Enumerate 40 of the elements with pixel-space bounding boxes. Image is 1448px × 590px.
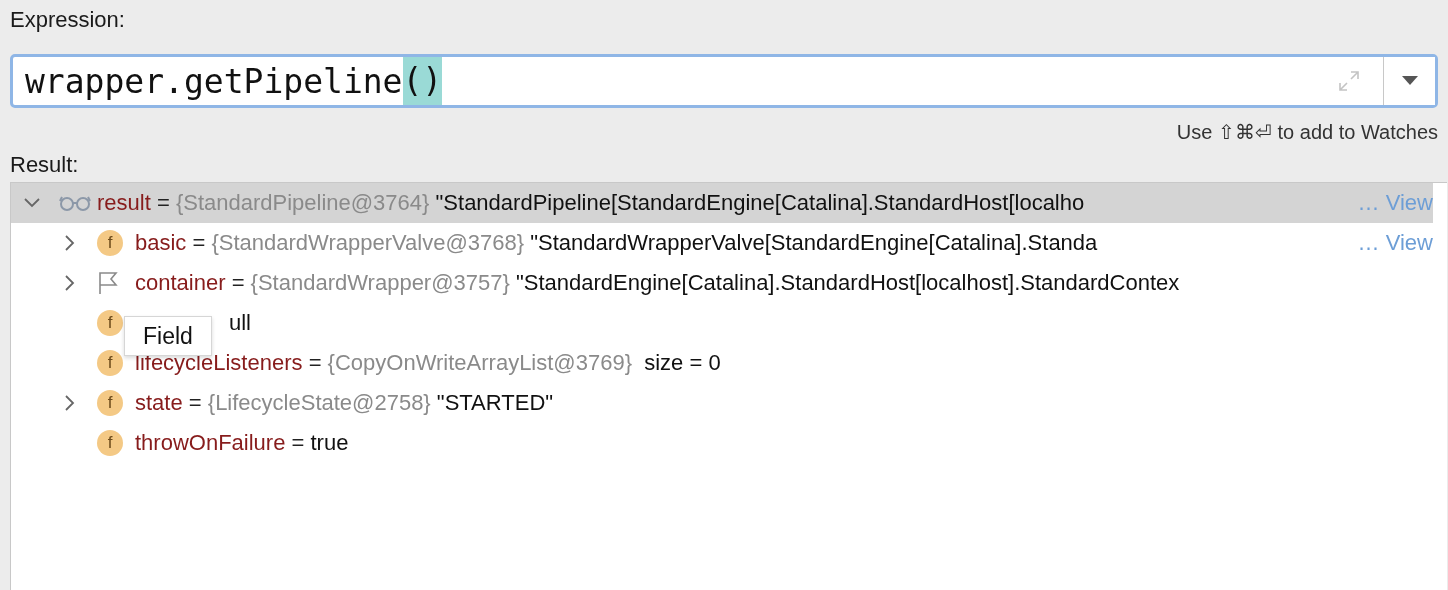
- caret-icon: [1401, 76, 1418, 86]
- equals-sign: =: [230, 270, 246, 296]
- flag-icon: [97, 271, 119, 295]
- object-reference: {StandardWrapper@3757}: [250, 270, 511, 296]
- variable-value: "StandardWrapperValve[StandardEngine[Catalina].Standa: [530, 230, 1098, 256]
- variable-value: size = 0: [643, 350, 721, 376]
- field-icon: f: [97, 310, 123, 336]
- object-reference: {CopyOnWriteArrayList@3769}: [327, 350, 633, 376]
- variable-value: "STARTED": [436, 390, 554, 416]
- field-icon: f: [97, 390, 123, 416]
- selected-row[interactable]: result = {StandardPipeline@3764} "StandardPipeline[StandardEngine[Catalina].StandardHost[localho … View: [11, 183, 1433, 223]
- field-icon: f: [97, 430, 123, 456]
- expression-label: Expression:: [10, 6, 126, 34]
- variable-value: "StandardEngine[Catalina].StandardHost[localhost].StandardContex: [515, 270, 1180, 296]
- variable-name: result: [97, 190, 151, 216]
- variable-value: true: [310, 430, 349, 456]
- object-reference: {StandardWrapperValve@3768}: [211, 230, 526, 256]
- equals-sign: =: [290, 430, 306, 456]
- variable-value: "StandardPipeline[StandardEngine[Catalina].StandardHost[localho: [435, 190, 1085, 216]
- result-label: Result:: [10, 151, 80, 179]
- glasses-icon: [59, 195, 91, 211]
- object-reference: {LifecycleState@2758}: [207, 390, 432, 416]
- variable-name: state: [135, 390, 183, 416]
- bracket-highlight: (): [402, 57, 443, 105]
- field-icon: f: [97, 230, 123, 256]
- watches-hint: Use ⇧⌘⏎ to add to Watches: [1175, 120, 1438, 145]
- equals-sign: =: [187, 390, 203, 416]
- variable-name: throwOnFailure: [135, 430, 286, 456]
- variable-name: container: [135, 270, 226, 296]
- object-reference: {StandardPipeline@3764}: [175, 190, 431, 216]
- field-icon: f: [97, 350, 123, 376]
- expression-text: wrapper.getPipeline: [25, 61, 403, 101]
- history-dropdown-button[interactable]: [1383, 57, 1435, 105]
- variable-name: basic: [135, 230, 187, 256]
- expression-field[interactable]: wrapper.getPipeline(): [10, 54, 1438, 108]
- equals-sign: =: [155, 190, 171, 216]
- variable-value: ull: [229, 310, 251, 336]
- equals-sign: =: [307, 350, 323, 376]
- equals-sign: =: [191, 230, 207, 256]
- tooltip: Field: [124, 316, 212, 356]
